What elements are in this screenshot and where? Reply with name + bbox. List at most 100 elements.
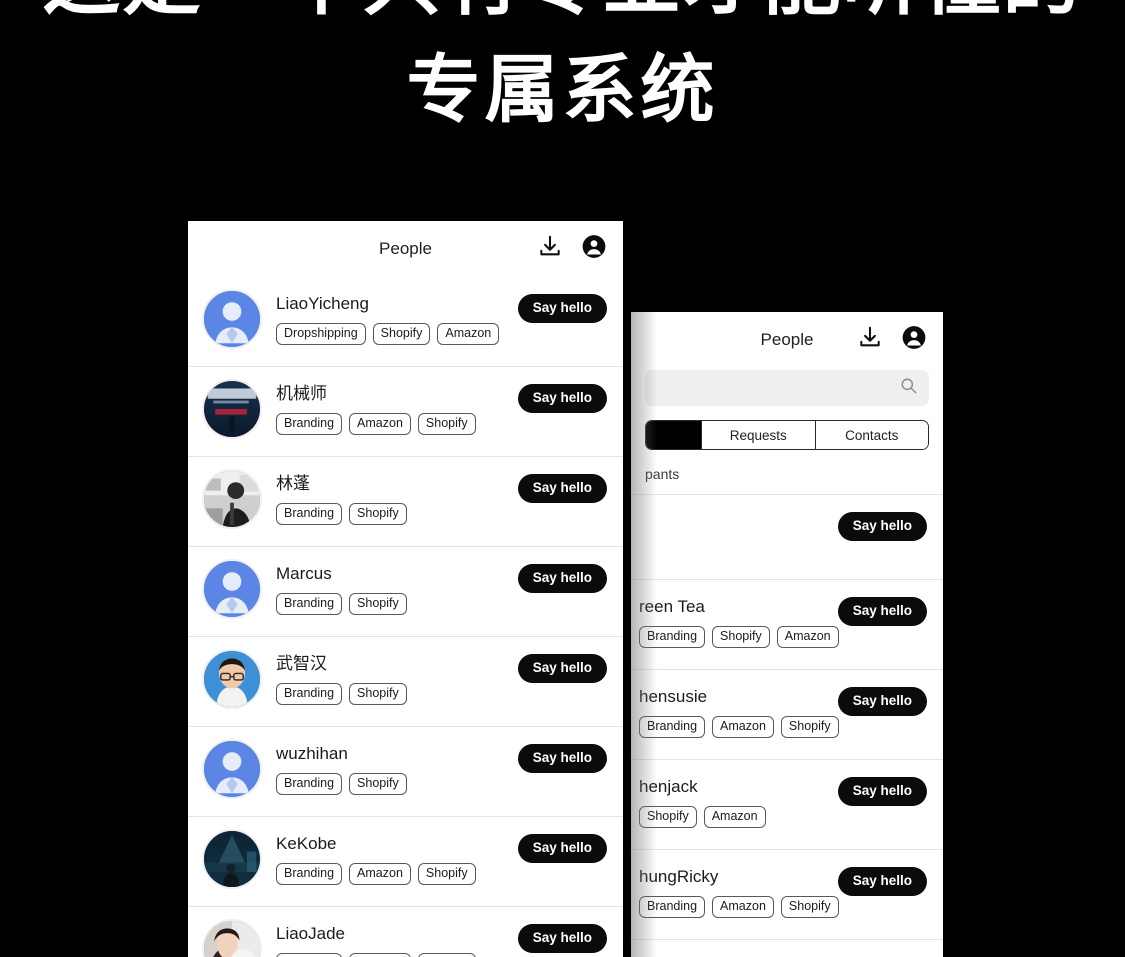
avatar[interactable] bbox=[202, 379, 262, 439]
table-row[interactable]: wuzhihan Branding Shopify Say hello bbox=[188, 727, 623, 817]
tab-requests[interactable]: Requests bbox=[702, 421, 816, 449]
say-hello-button[interactable]: Say hello bbox=[837, 867, 927, 896]
tab-active[interactable] bbox=[646, 421, 702, 449]
say-hello-button[interactable]: Say hello bbox=[837, 597, 927, 626]
right-panel-header: People bbox=[631, 312, 943, 368]
table-row[interactable]: hungRicky Branding Amazon Shopify Say hello bbox=[631, 850, 943, 940]
tag-chip[interactable]: Shopify bbox=[417, 863, 476, 885]
tag-chip[interactable]: Branding bbox=[276, 863, 343, 885]
tag-list: Branding Amazon Shopify bbox=[276, 413, 609, 435]
tag-chip[interactable]: Branding bbox=[639, 896, 706, 918]
avatar[interactable] bbox=[202, 469, 262, 529]
tag-chip[interactable]: Shopify bbox=[349, 683, 407, 705]
tag-chip[interactable]: Shopify bbox=[372, 323, 431, 345]
tag-list: Branding Amazon Shopify bbox=[276, 953, 609, 957]
table-row[interactable]: Say hello bbox=[631, 495, 943, 580]
tag-list: Branding Amazon Shopify bbox=[276, 863, 609, 885]
account-circle-icon[interactable] bbox=[901, 325, 927, 356]
search-input[interactable] bbox=[656, 380, 899, 396]
table-row[interactable]: KeKobe Branding Amazon Shopify Say hello bbox=[188, 817, 623, 907]
avatar[interactable] bbox=[202, 559, 262, 619]
tag-chip[interactable]: Dropshipping bbox=[276, 323, 366, 345]
tag-chip[interactable]: Shopify bbox=[712, 626, 770, 648]
download-icon[interactable] bbox=[537, 234, 563, 265]
tag-chip[interactable]: Shopify bbox=[639, 806, 697, 828]
people-tabs: Requests Contacts bbox=[645, 420, 929, 450]
people-panel-right: People Requests Contacts pants Say hello… bbox=[631, 312, 943, 957]
say-hello-button[interactable]: Say hello bbox=[517, 834, 607, 863]
tag-list: Branding Shopify bbox=[276, 503, 609, 525]
tag-list: Branding Shopify bbox=[276, 773, 609, 795]
table-row[interactable]: henjack Shopify Amazon Say hello bbox=[631, 760, 943, 850]
say-hello-button[interactable]: Say hello bbox=[517, 294, 607, 323]
tag-chip[interactable]: Branding bbox=[276, 773, 343, 795]
tag-chip[interactable]: Shopify bbox=[780, 716, 839, 738]
search-bar[interactable] bbox=[645, 370, 929, 406]
tag-chip[interactable]: Shopify bbox=[417, 413, 476, 435]
search-icon[interactable] bbox=[899, 376, 918, 400]
tag-chip[interactable]: Branding bbox=[276, 593, 343, 615]
tab-contacts[interactable]: Contacts bbox=[815, 421, 928, 449]
tag-chip[interactable]: Shopify bbox=[349, 503, 407, 525]
tag-chip[interactable]: Branding bbox=[276, 683, 343, 705]
right-panel-people-list: Say hello reen Tea Branding Shopify Amazon Sa… bbox=[631, 495, 943, 940]
table-row[interactable]: Marcus Branding Shopify Say hello bbox=[188, 547, 623, 637]
right-panel-header-actions bbox=[857, 325, 927, 356]
tag-chip[interactable]: Amazon bbox=[776, 626, 839, 648]
tag-chip[interactable]: Amazon bbox=[712, 896, 774, 918]
say-hello-button[interactable]: Say hello bbox=[837, 777, 927, 806]
tag-chip[interactable]: Amazon bbox=[712, 716, 774, 738]
tag-list: Dropshipping Shopify Amazon bbox=[276, 323, 609, 345]
left-panel-people-list: LiaoYicheng Dropshipping Shopify Amazon Say … bbox=[188, 277, 623, 957]
tag-chip[interactable]: Amazon bbox=[703, 806, 766, 828]
say-hello-button[interactable]: Say hello bbox=[837, 512, 927, 541]
tag-list: Shopify Amazon bbox=[639, 806, 929, 828]
page-title: People bbox=[379, 239, 432, 258]
say-hello-button[interactable]: Say hello bbox=[517, 384, 607, 413]
table-row[interactable]: 武智汉 Branding Shopify Say hello bbox=[188, 637, 623, 727]
tag-list: Branding Shopify bbox=[276, 683, 609, 705]
avatar[interactable] bbox=[202, 649, 262, 709]
table-row[interactable]: reen Tea Branding Shopify Amazon Say hello bbox=[631, 580, 943, 670]
page-title-secondary: People bbox=[760, 330, 814, 349]
table-row[interactable]: hensusie Branding Amazon Shopify Say hello bbox=[631, 670, 943, 760]
tag-chip[interactable]: Branding bbox=[276, 503, 343, 525]
avatar[interactable] bbox=[202, 289, 262, 349]
tag-chip[interactable]: Shopify bbox=[780, 896, 839, 918]
table-row[interactable]: 机械师 Branding Amazon Shopify Say hello bbox=[188, 367, 623, 457]
screenshot-root: 这是一个只有专业才能听懂的 专属系统 People bbox=[0, 0, 1125, 957]
tag-chip[interactable]: Branding bbox=[276, 413, 343, 435]
tag-chip[interactable]: Branding bbox=[276, 953, 343, 957]
tag-chip[interactable]: Amazon bbox=[349, 863, 411, 885]
tag-chip[interactable]: Shopify bbox=[349, 773, 407, 795]
tag-chip[interactable]: Amazon bbox=[437, 323, 500, 345]
tag-list: Branding Amazon Shopify bbox=[639, 896, 929, 918]
account-circle-icon[interactable] bbox=[581, 234, 607, 265]
people-panel-left: People LiaoYicheng Dropshipping Shopify … bbox=[188, 221, 623, 957]
say-hello-button[interactable]: Say hello bbox=[517, 654, 607, 683]
table-row[interactable]: LiaoJadeBrandingAmazonShopifySay hello bbox=[188, 907, 623, 957]
tag-chip[interactable]: Shopify bbox=[349, 593, 407, 615]
promo-headline-line-2: 专属系统 bbox=[406, 48, 719, 131]
tag-chip[interactable]: Amazon bbox=[349, 953, 411, 957]
say-hello-button[interactable]: Say hello bbox=[517, 564, 607, 593]
left-panel-header: People bbox=[188, 221, 623, 277]
avatar[interactable] bbox=[202, 919, 262, 957]
avatar[interactable] bbox=[202, 829, 262, 889]
tag-chip[interactable]: Branding bbox=[639, 716, 706, 738]
promo-headline-line-1: 这是一个只有专业才能听懂的 bbox=[0, 0, 1125, 22]
tag-chip[interactable]: Amazon bbox=[349, 413, 411, 435]
tag-list: Branding Shopify Amazon bbox=[639, 626, 929, 648]
table-row[interactable]: LiaoYicheng Dropshipping Shopify Amazon Say … bbox=[188, 277, 623, 367]
say-hello-button[interactable]: Say hello bbox=[517, 924, 607, 953]
tag-list: Branding Shopify bbox=[276, 593, 609, 615]
tag-chip[interactable]: Shopify bbox=[417, 953, 476, 957]
say-hello-button[interactable]: Say hello bbox=[517, 474, 607, 503]
say-hello-button[interactable]: Say hello bbox=[517, 744, 607, 773]
section-label: pants bbox=[631, 450, 943, 495]
tag-chip[interactable]: Branding bbox=[639, 626, 706, 648]
say-hello-button[interactable]: Say hello bbox=[837, 687, 927, 716]
table-row[interactable]: 林蓬 Branding Shopify Say hello bbox=[188, 457, 623, 547]
download-icon[interactable] bbox=[857, 325, 883, 356]
avatar[interactable] bbox=[202, 739, 262, 799]
